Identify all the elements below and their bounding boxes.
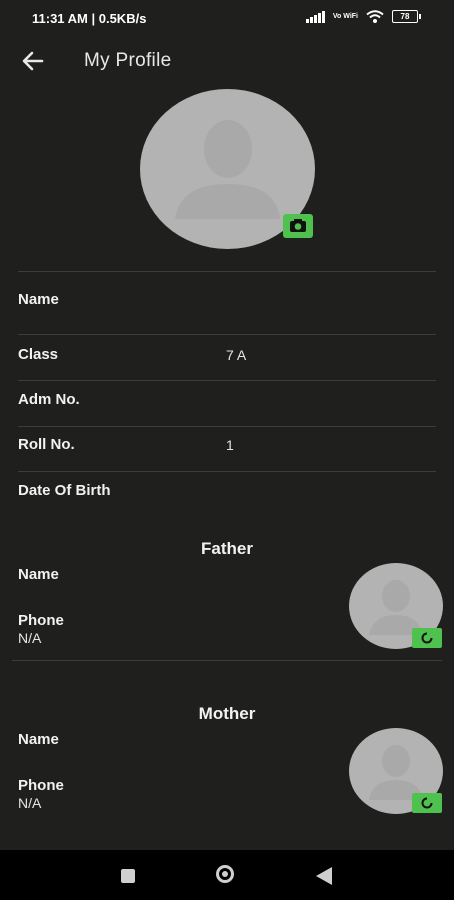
mother-phone-label: Phone	[18, 777, 64, 794]
divider	[18, 471, 436, 472]
mother-name-label: Name	[18, 731, 59, 748]
system-nav-bar	[0, 850, 454, 900]
roll-no-value: 1	[226, 437, 234, 453]
father-name-label: Name	[18, 566, 59, 583]
mother-section-title: Mother	[198, 704, 256, 723]
page-title: My Profile	[84, 50, 172, 71]
refresh-icon	[421, 632, 433, 644]
father-phone-label: Phone	[18, 612, 64, 629]
class-value: 7 A	[226, 347, 247, 363]
father-phone-value: N/A	[18, 630, 42, 646]
divider	[18, 426, 436, 427]
status-bar: 11:31 AM | 0.5KB/s Vo WiFi 78	[0, 0, 454, 36]
wifi-icon	[366, 10, 384, 23]
divider	[12, 660, 442, 661]
status-time: 11:31 AM | 0.5KB/s	[32, 11, 147, 26]
class-label: Class	[18, 346, 59, 363]
back-arrow-icon[interactable]	[18, 46, 48, 76]
signal-icon	[305, 10, 325, 23]
dob-label: Date Of Birth	[18, 482, 111, 499]
mother-phone-value: N/A	[18, 795, 42, 811]
change-photo-button[interactable]	[283, 214, 313, 238]
mother-photo-button[interactable]	[412, 793, 442, 813]
refresh-icon	[421, 797, 433, 809]
divider	[18, 334, 436, 335]
battery-icon: 78	[392, 10, 421, 23]
father-section-title: Father	[201, 539, 253, 558]
divider	[18, 380, 436, 381]
camera-icon	[290, 219, 306, 232]
nav-back-icon[interactable]	[316, 867, 332, 885]
name-label: Name	[18, 291, 59, 308]
app-bar: My Profile	[0, 36, 454, 86]
father-photo-button[interactable]	[412, 628, 442, 648]
adm-no-label: Adm No.	[18, 391, 80, 408]
profile-screen: 11:31 AM | 0.5KB/s Vo WiFi 78 My Profile	[0, 0, 454, 900]
divider	[18, 271, 436, 272]
roll-no-label: Roll No.	[18, 436, 75, 453]
recent-apps-icon[interactable]	[121, 869, 135, 883]
home-icon[interactable]	[216, 865, 234, 883]
status-icons: Vo WiFi 78	[305, 10, 421, 23]
volte-wifi-label: Vo WiFi	[332, 13, 358, 20]
